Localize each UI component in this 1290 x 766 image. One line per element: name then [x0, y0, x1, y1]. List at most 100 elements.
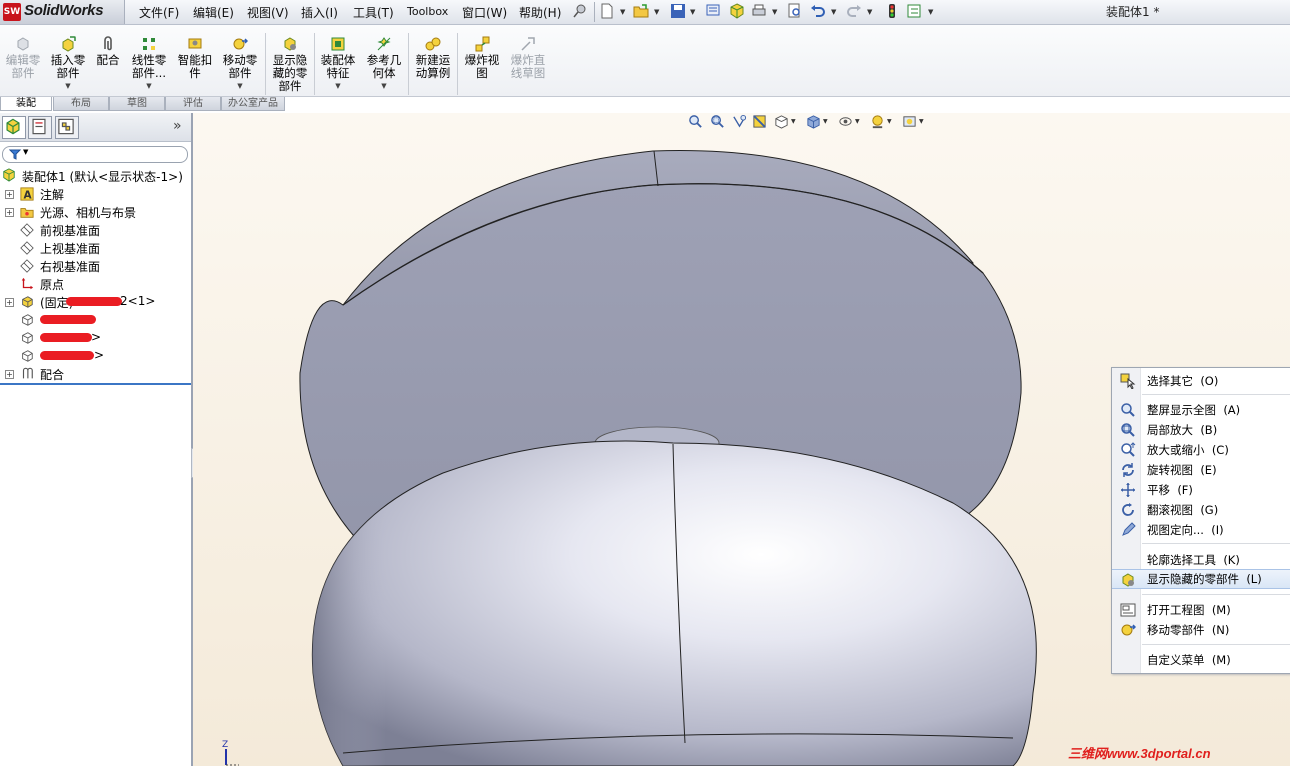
- expand-toggle[interactable]: +: [5, 190, 14, 199]
- tree-item-mates[interactable]: 配合: [40, 366, 64, 383]
- menu-file[interactable]: 文件(F): [139, 4, 179, 21]
- menu-item-show-hidden-components[interactable]: 显示隐藏的零部件 (L): [1112, 569, 1290, 589]
- chevron-down-icon[interactable]: ▼: [919, 118, 924, 125]
- hide-show-items-icon[interactable]: [838, 114, 853, 129]
- menu-item-open-drawing[interactable]: 打开工程图 (M): [1112, 600, 1290, 620]
- chevron-down-icon[interactable]: ▼: [887, 118, 892, 125]
- move-component-button[interactable]: 移动零 部件 ▼: [220, 36, 260, 93]
- options-list-icon[interactable]: [906, 3, 922, 19]
- edit-component-button[interactable]: 编辑零 部件: [3, 36, 43, 80]
- menu-item-move-component[interactable]: 移动零部件 (N): [1112, 620, 1290, 640]
- menu-window[interactable]: 窗口(W): [462, 4, 507, 21]
- insert-component-button[interactable]: 插入零 部件 ▼: [48, 36, 88, 93]
- chevron-down-icon[interactable]: ▼: [690, 8, 695, 16]
- tab-evaluate[interactable]: 评估: [165, 97, 221, 111]
- menu-view[interactable]: 视图(V): [247, 4, 289, 21]
- chevron-down-icon[interactable]: ▼: [928, 8, 933, 16]
- tree-item-right-plane[interactable]: 右视基准面: [40, 258, 100, 275]
- expand-toggle[interactable]: +: [5, 298, 14, 307]
- chevron-down-icon[interactable]: ▼: [823, 118, 828, 125]
- menu-help[interactable]: 帮助(H): [519, 4, 561, 21]
- chevron-down-icon[interactable]: ▼: [831, 8, 836, 16]
- explode-line-sketch-button[interactable]: 爆炸直 线草图: [507, 36, 549, 80]
- undo-icon[interactable]: [810, 3, 826, 19]
- menu-edit[interactable]: 编辑(E): [193, 4, 234, 21]
- show-hidden-components-button[interactable]: 显示隐 藏的零 部件: [269, 36, 311, 93]
- chevron-down-icon[interactable]: ▼: [220, 80, 260, 93]
- expand-toggle[interactable]: +: [5, 208, 14, 217]
- chevron-down-icon[interactable]: ▼: [23, 148, 28, 156]
- tree-item-annotations[interactable]: 注解: [40, 186, 64, 203]
- open-drawing-icon: [1120, 603, 1136, 617]
- tree-item-lights-cameras[interactable]: 光源、相机与布景: [40, 204, 136, 221]
- pushpin-icon[interactable]: [572, 3, 588, 19]
- tab-office-products[interactable]: 办公室产品: [221, 97, 285, 111]
- assembly-cube-icon[interactable]: [729, 3, 745, 19]
- menu-item-select-other[interactable]: 选择其它 (O): [1112, 371, 1290, 391]
- menu-divider: [594, 2, 595, 22]
- tree-root-assembly[interactable]: 装配体1 (默认<显示状态-1>): [22, 168, 183, 185]
- roll-view-icon: [1122, 503, 1134, 516]
- save-icon[interactable]: [670, 3, 686, 19]
- tab-property-manager[interactable]: [28, 116, 52, 139]
- view-orientation-icon[interactable]: [774, 114, 789, 129]
- section-view-icon[interactable]: [752, 114, 767, 129]
- zoom-to-area-icon[interactable]: [710, 114, 725, 129]
- chevron-down-icon[interactable]: ▼: [855, 118, 860, 125]
- printer-icon[interactable]: [751, 3, 767, 19]
- print-preview-icon[interactable]: [705, 3, 721, 19]
- chevron-down-icon[interactable]: ▼: [128, 80, 170, 93]
- expand-panel-icon[interactable]: »: [173, 118, 182, 134]
- chevron-down-icon[interactable]: ▼: [318, 80, 358, 93]
- tree-filter[interactable]: ▼: [2, 146, 188, 163]
- apply-scene-icon[interactable]: [902, 114, 917, 129]
- tree-item-top-plane[interactable]: 上视基准面: [40, 240, 100, 257]
- menu-item-selection-tool[interactable]: 轮廓选择工具 (K): [1112, 550, 1290, 570]
- chevron-down-icon[interactable]: ▼: [363, 80, 405, 93]
- rebuild-traffic-light-icon[interactable]: [884, 3, 900, 19]
- tab-assembly[interactable]: 装配: [0, 97, 52, 111]
- assembly-features-button[interactable]: 装配体 特征 ▼: [318, 36, 358, 93]
- chevron-down-icon[interactable]: ▼: [620, 8, 625, 16]
- linear-pattern-button[interactable]: 线性零 部件... ▼: [128, 36, 170, 93]
- menu-item-customize-menu[interactable]: 自定义菜单 (M): [1112, 650, 1290, 670]
- expand-toggle[interactable]: +: [5, 370, 14, 379]
- menu-item-zoom-to-fit[interactable]: 整屏显示全图 (A): [1112, 400, 1290, 420]
- menu-item-rotate-view[interactable]: 旋转视图 (E): [1112, 460, 1290, 480]
- edit-appearance-icon[interactable]: [870, 114, 885, 129]
- menu-item-pan[interactable]: 平移 (F): [1112, 480, 1290, 500]
- menu-tools[interactable]: 工具(T): [353, 4, 394, 21]
- new-document-icon[interactable]: [599, 3, 615, 19]
- chevron-down-icon[interactable]: ▼: [772, 8, 777, 16]
- display-style-icon[interactable]: [806, 114, 821, 129]
- smart-fasteners-button[interactable]: 智能扣 件: [175, 36, 215, 80]
- print-preview-magnifier-icon[interactable]: [787, 3, 803, 19]
- reference-geometry-button[interactable]: 参考几 何体 ▼: [363, 36, 405, 93]
- previous-view-icon[interactable]: [732, 114, 747, 129]
- tab-sketch[interactable]: 草图: [109, 97, 165, 111]
- zoom-to-fit-icon[interactable]: [688, 114, 703, 129]
- tab-feature-manager[interactable]: [2, 116, 26, 139]
- menu-insert[interactable]: 插入(I): [301, 4, 338, 21]
- redo-icon[interactable]: [846, 3, 862, 19]
- menu-item-zoom-in-out[interactable]: 放大或缩小 (C): [1112, 440, 1290, 460]
- svg-text:A: A: [24, 189, 33, 201]
- menu-item-roll-view[interactable]: 翻滚视图 (G): [1112, 500, 1290, 520]
- open-folder-icon[interactable]: [633, 3, 649, 19]
- new-motion-study-button[interactable]: 新建运 动算例: [412, 36, 454, 80]
- chevron-down-icon[interactable]: ▼: [654, 8, 659, 16]
- mate-button[interactable]: 配合: [93, 36, 123, 67]
- menu-toolbox[interactable]: Toolbox: [407, 5, 448, 18]
- tree-item-front-plane[interactable]: 前视基准面: [40, 222, 100, 239]
- chevron-down-icon[interactable]: ▼: [48, 80, 88, 93]
- app-logo[interactable]: SW SolidWorks: [0, 0, 125, 24]
- tree-item-origin[interactable]: 原点: [40, 276, 64, 293]
- tab-configuration-manager[interactable]: [55, 116, 79, 139]
- menu-item-view-orientation[interactable]: 视图定向... (I): [1112, 520, 1290, 540]
- tab-layout[interactable]: 布局: [53, 97, 109, 111]
- chevron-down-icon[interactable]: ▼: [867, 8, 872, 16]
- chevron-down-icon[interactable]: ▼: [791, 118, 796, 125]
- filter-funnel-icon[interactable]: [9, 149, 23, 160]
- exploded-view-button[interactable]: 爆炸视 图: [461, 36, 503, 80]
- menu-item-zoom-to-area[interactable]: 局部放大 (B): [1112, 420, 1290, 440]
